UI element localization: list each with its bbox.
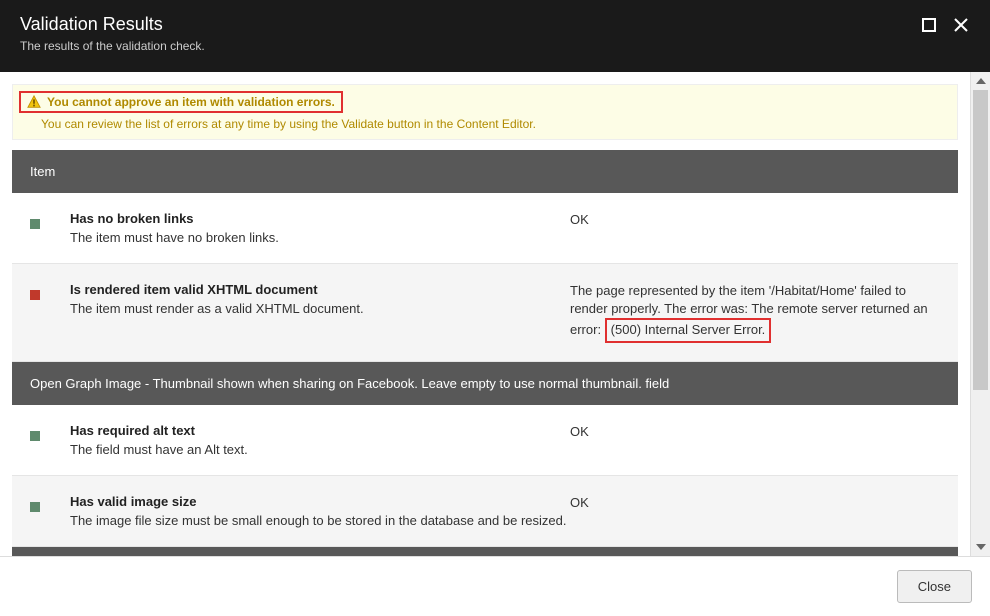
status-indicator xyxy=(30,211,70,232)
rule-description: Has no broken links The item must have no… xyxy=(70,211,570,245)
warning-icon xyxy=(27,95,41,109)
dialog-body: You cannot approve an item with validati… xyxy=(0,72,990,556)
status-ok-icon xyxy=(30,502,40,512)
scrollbar-thumb[interactable] xyxy=(973,90,988,390)
close-window-button[interactable] xyxy=(952,16,970,34)
scrollbar[interactable] xyxy=(970,72,990,556)
close-button[interactable]: Close xyxy=(897,570,972,603)
rule-description: Has valid image size The image file size … xyxy=(70,494,570,528)
maximize-button[interactable] xyxy=(920,16,938,34)
status-indicator xyxy=(30,282,70,303)
status-indicator xyxy=(30,423,70,444)
titlebar-text: Validation Results The results of the va… xyxy=(20,14,205,53)
alert-subtitle: You can review the list of errors at any… xyxy=(19,117,951,131)
validation-row: Is rendered item valid XHTML documentThe… xyxy=(12,264,958,362)
rule-description: Is rendered item valid XHTML document The… xyxy=(70,282,570,316)
alert-title: You cannot approve an item with validati… xyxy=(47,95,335,109)
rule-name: Is rendered item valid XHTML document xyxy=(70,282,570,297)
window-controls xyxy=(920,14,970,34)
validation-row: Has valid image size The image file size … xyxy=(12,476,958,547)
result-text: OK xyxy=(570,423,940,441)
section-header: __Source Item field xyxy=(12,547,958,556)
rule-description: Has required alt text The field must have… xyxy=(70,423,570,457)
validation-row: Has no broken links The item must have no… xyxy=(12,193,958,264)
status-error-icon xyxy=(30,290,40,300)
scroll-down-arrow[interactable] xyxy=(971,538,990,556)
dialog-footer: Close xyxy=(0,556,990,616)
rule-detail: The image file size must be small enough… xyxy=(70,513,570,528)
dialog-subtitle: The results of the validation check. xyxy=(20,39,205,53)
dialog-title: Validation Results xyxy=(20,14,205,35)
rule-detail: The item must render as a valid XHTML do… xyxy=(70,301,570,316)
rule-name: Has no broken links xyxy=(70,211,570,226)
status-ok-icon xyxy=(30,219,40,229)
section-header: Item xyxy=(12,150,958,193)
rule-name: Has required alt text xyxy=(70,423,570,438)
scroll-content: You cannot approve an item with validati… xyxy=(0,72,970,556)
validation-row: Has required alt text The field must have… xyxy=(12,405,958,476)
titlebar: Validation Results The results of the va… xyxy=(0,0,990,72)
status-indicator xyxy=(30,494,70,515)
rule-name: Has valid image size xyxy=(70,494,570,509)
result-text: OK xyxy=(570,494,940,512)
section-header: Open Graph Image - Thumbnail shown when … xyxy=(12,362,958,405)
scroll-up-arrow[interactable] xyxy=(971,72,990,90)
result-text: OK xyxy=(570,211,940,229)
rule-detail: The item must have no broken links. xyxy=(70,230,570,245)
highlighted-error: (500) Internal Server Error. xyxy=(605,318,772,342)
validation-alert: You cannot approve an item with validati… xyxy=(12,84,958,140)
result-text: The page represented by the item '/Habit… xyxy=(570,282,940,343)
rule-detail: The field must have an Alt text. xyxy=(70,442,570,457)
status-ok-icon xyxy=(30,431,40,441)
